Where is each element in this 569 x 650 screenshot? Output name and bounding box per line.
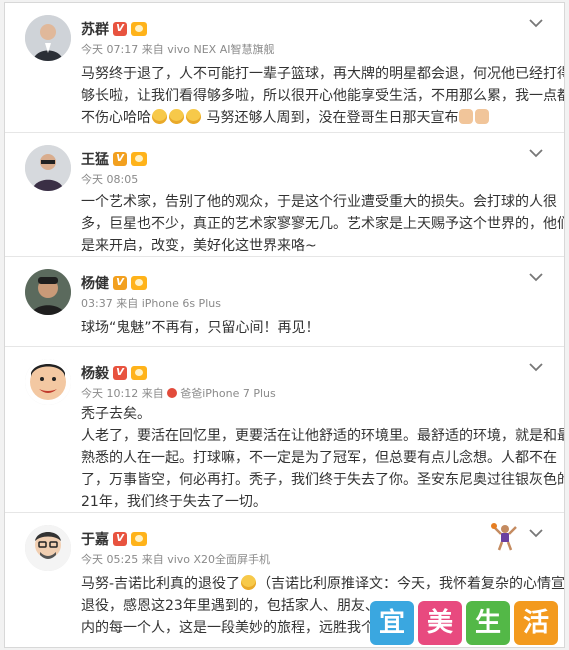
name-row: 苏群 V <box>81 19 147 39</box>
text-line: 马努终于退了，人不可能打一辈子篮球，再大牌的明星都会退，何况他已经打得 <box>81 66 565 82</box>
post-meta: 今天 10:12 来自 爸爸iPhone 7 Plus <box>81 385 276 401</box>
level-icon <box>131 532 147 546</box>
weibo-feed: 苏群 V 今天 07:17 来自 vivo NEX AI智慧旗舰 马努终于退了，… <box>4 2 565 648</box>
post: 于嘉 V 今天 05:25 来自 vivo X20全面屏手机 马努-吉诺比利真的… <box>5 513 565 647</box>
avatar[interactable] <box>25 15 71 61</box>
basketball-player-icon <box>490 521 520 551</box>
post-meta: 03:37 来自 iPhone 6s Plus <box>81 295 221 311</box>
text-line: 人老了，要活在回忆里，更要活在让他舒适的环境里。最舒适的环境，就是和最 <box>81 428 565 444</box>
chevron-down-icon[interactable] <box>528 147 544 159</box>
name-row: 杨毅 V <box>81 363 147 383</box>
watermark-char: 活 <box>514 601 558 645</box>
verified-badge-icon: V <box>113 152 127 166</box>
post-time[interactable]: 今天 07:17 <box>81 43 138 56</box>
avatar[interactable] <box>25 525 71 571</box>
text-line: 了，万事皆空，何必再打。秃子，我们终于失去了你。圣安东尼奥过往银灰色的 <box>81 472 565 488</box>
post-meta: 今天 07:17 来自 vivo NEX AI智慧旗舰 <box>81 41 275 57</box>
watermark-char: 宜 <box>370 601 414 645</box>
post-source[interactable]: vivo NEX AI智慧旗舰 <box>167 43 274 56</box>
text-line: 多，巨星也不少，真正的艺术家寥寥无几。艺术家是上天赐予这个世界的，他们 <box>81 216 565 232</box>
post-time[interactable]: 今天 08:05 <box>81 173 138 186</box>
sad-emoji-icon <box>241 575 257 590</box>
user-name[interactable]: 于嘉 <box>81 529 109 549</box>
post: 杨健 V 03:37 来自 iPhone 6s Plus 球场“鬼魅”不再有，只… <box>5 257 564 347</box>
post-meta: 今天 05:25 来自 vivo X20全面屏手机 <box>81 551 270 567</box>
post-time[interactable]: 03:37 <box>81 297 113 310</box>
text-line: 秃子去矣。 <box>81 406 151 422</box>
level-icon <box>131 152 147 166</box>
text-line: 够长啦，让我们看得够多啦，所以很开心他能享受生活，不用那么累，我一点都 <box>81 88 565 104</box>
source-prefix: 来自 <box>141 43 164 56</box>
chevron-down-icon[interactable] <box>528 527 544 539</box>
user-name[interactable]: 杨毅 <box>81 363 109 383</box>
thumbs-up-icon <box>475 109 490 124</box>
avatar[interactable] <box>25 145 71 191</box>
post: 苏群 V 今天 07:17 来自 vivo NEX AI智慧旗舰 马努终于退了，… <box>5 3 565 133</box>
name-row: 于嘉 V <box>81 529 147 549</box>
chevron-down-icon[interactable] <box>528 17 544 29</box>
text-line: 21年，我们终于失去了一切。 <box>81 494 267 510</box>
laugh-emoji-icon <box>186 109 201 124</box>
avatar[interactable] <box>25 269 71 315</box>
post-source[interactable]: iPhone 6s Plus <box>142 297 221 310</box>
laugh-emoji-icon <box>152 109 167 124</box>
level-icon <box>131 22 147 36</box>
chevron-down-icon[interactable] <box>528 271 544 283</box>
watermark-logo: 宜 美 生 活 <box>370 601 558 645</box>
post-text: 马努终于退了，人不可能打一辈子篮球，再大牌的明星都会退，何况他已经打得 够长啦，… <box>81 63 565 129</box>
verified-badge-icon: V <box>113 532 127 546</box>
laugh-emoji-icon <box>169 109 184 124</box>
post-time[interactable]: 今天 05:25 <box>81 553 138 566</box>
source-prefix: 来自 <box>116 297 139 310</box>
apple-icon <box>167 388 178 398</box>
chevron-down-icon[interactable] <box>528 361 544 373</box>
post-text: 球场“鬼魅”不再有，只留心间！再见！ <box>81 317 551 339</box>
text-line: 是来开启，改变，美好化这世界来咯~ <box>81 238 317 254</box>
verified-badge-icon: V <box>113 366 127 380</box>
source-prefix: 来自 <box>141 553 164 566</box>
source-prefix: 来自 <box>141 387 164 400</box>
user-name[interactable]: 苏群 <box>81 19 109 39</box>
text-line: 熟悉的人在一起。打球嘛，不一定是为了冠军，但总要有点儿念想。人都不在 <box>81 450 557 466</box>
post: 王猛 V 今天 08:05 一个艺术家，告别了他的观众，于是这个行业遭受重大的损… <box>5 133 565 257</box>
thumbs-up-icon <box>459 109 474 124</box>
text-line: 不伤心哈哈 马努还够人周到，没在登哥生日那天宣布 <box>81 107 551 129</box>
post-source[interactable]: 爸爸iPhone 7 Plus <box>180 387 276 400</box>
user-name[interactable]: 杨健 <box>81 273 109 293</box>
verified-badge-icon: V <box>113 22 127 36</box>
text-line: 一个艺术家，告别了他的观众，于是这个行业遭受重大的损失。会打球的人很 <box>81 194 557 210</box>
text-line: 球场“鬼魅”不再有，只留心间！再见！ <box>81 320 320 336</box>
post-time[interactable]: 今天 10:12 <box>81 387 138 400</box>
post-meta: 今天 08:05 <box>81 171 138 187</box>
watermark-char: 生 <box>466 601 510 645</box>
post: 杨毅 V 今天 10:12 来自 爸爸iPhone 7 Plus 秃子去矣。 人… <box>5 347 565 513</box>
avatar[interactable] <box>25 359 71 405</box>
name-row: 杨健 V <box>81 273 147 293</box>
name-row: 王猛 V <box>81 149 147 169</box>
verified-badge-icon: V <box>113 276 127 290</box>
post-source[interactable]: vivo X20全面屏手机 <box>167 553 270 566</box>
text-line: 马努-吉诺比利真的退役了 （吉诺比利原推译文：今天，我怀着复杂的心情宣布 <box>81 575 565 592</box>
level-icon <box>131 276 147 290</box>
user-name[interactable]: 王猛 <box>81 149 109 169</box>
watermark-char: 美 <box>418 601 462 645</box>
post-text: 秃子去矣。 人老了，要活在回忆里，更要活在让他舒适的环境里。最舒适的环境，就是和… <box>81 403 565 513</box>
post-text: 一个艺术家，告别了他的观众，于是这个行业遭受重大的损失。会打球的人很 多，巨星也… <box>81 191 565 257</box>
level-icon <box>131 366 147 380</box>
